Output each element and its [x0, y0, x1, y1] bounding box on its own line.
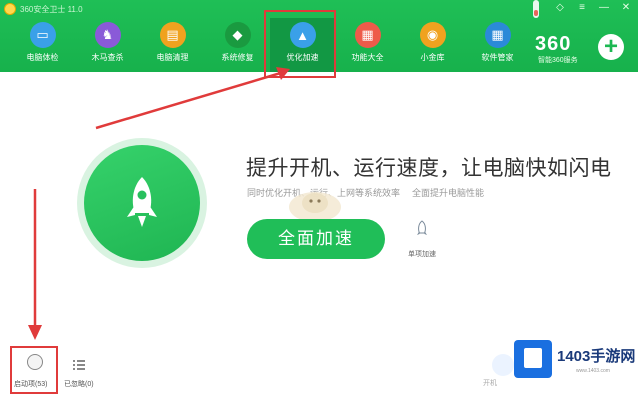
horse-icon: ♞ [94, 22, 121, 48]
annotation-arrow-left [28, 189, 42, 340]
nav-item-label: 小金库 [420, 53, 445, 62]
nav-item-0[interactable]: ▭ 电脑体检 [10, 18, 75, 72]
coin-icon: ◉ [419, 22, 446, 48]
page-headline: 提升开机、运行速度，让电脑快如闪电 [246, 157, 612, 180]
watermark-faint-text: 开机 [483, 380, 497, 387]
small-rocket-icon [417, 220, 427, 235]
watermark-logo-icon [514, 340, 552, 378]
nav-item-6[interactable]: ◉ 小金库 [400, 18, 465, 72]
thermometer-icon[interactable] [533, 0, 539, 18]
grid-icon: ▦ [484, 22, 511, 48]
close-icon[interactable]: ✕ [620, 2, 632, 14]
minimize-icon[interactable]: — [598, 2, 610, 14]
nav-item-label: 软件管家 [481, 53, 514, 62]
brand-subtitle: 智能360服务 [538, 57, 578, 64]
shield-icon: ◆ [224, 22, 251, 48]
brand-logo: 360 [535, 33, 572, 55]
menu-icon[interactable]: ≡ [576, 2, 588, 14]
startup-items-link[interactable]: 启动项(53) [14, 379, 47, 389]
add-button[interactable]: + [598, 34, 624, 60]
skin-icon[interactable]: ◇ [554, 2, 566, 14]
window-title: 360安全卫士 11.0 [20, 4, 83, 14]
list-icon[interactable] [72, 358, 86, 372]
nav-item-label: 电脑体检 [26, 53, 59, 62]
broom-icon: ▤ [159, 22, 186, 48]
watermark-url: www.1403.com [576, 368, 610, 374]
app-logo-icon [4, 3, 16, 15]
ignored-items-link[interactable]: 已忽略(0) [64, 379, 94, 389]
monitor-icon: ▭ [29, 22, 56, 48]
watermark-title: 1403手游网 [557, 348, 636, 365]
rocket-circle[interactable] [84, 145, 200, 261]
apps-icon: ▦ [354, 22, 381, 48]
window-controls: ◇ ≡ — ✕ [554, 2, 632, 14]
single-accelerate-button[interactable]: 单项加速 [402, 220, 442, 259]
title-row: 360安全卫士 11.0 [4, 2, 83, 16]
nav-item-5[interactable]: ▦ 功能大全 [335, 18, 400, 72]
watermark-bubble [492, 354, 514, 376]
page-subline-2: 全面提升电脑性能 [412, 188, 485, 198]
nav-item-7[interactable]: ▦ 软件管家 [465, 18, 530, 72]
nav-item-label: 功能大全 [351, 53, 384, 62]
accelerate-all-button[interactable]: 全面加速 [247, 219, 385, 259]
single-accelerate-label: 单项加速 [408, 251, 436, 258]
rocket-icon [127, 177, 157, 227]
annotation-arrow-top [95, 67, 290, 130]
startup-icon[interactable] [27, 354, 43, 370]
